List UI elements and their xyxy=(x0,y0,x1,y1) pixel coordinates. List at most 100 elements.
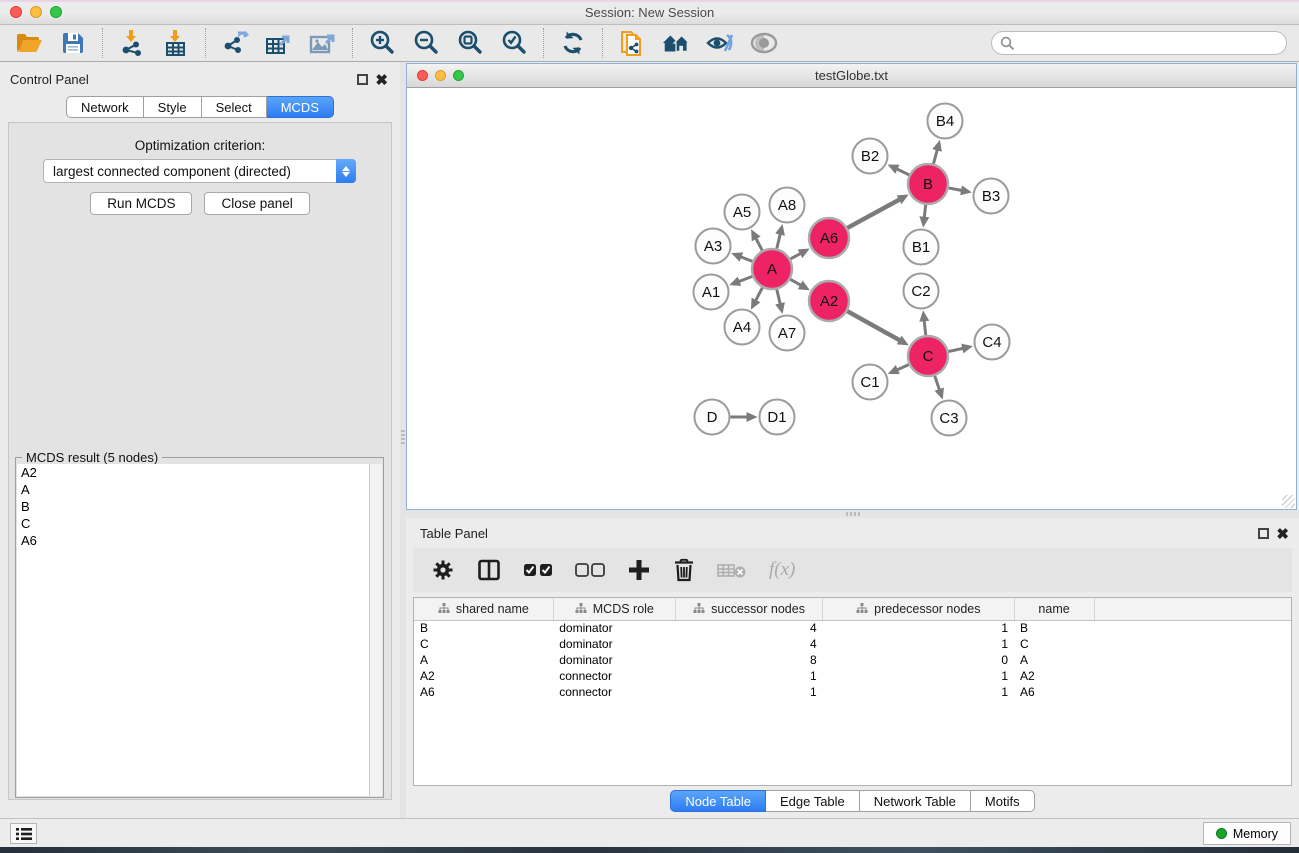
gear-icon[interactable] xyxy=(431,555,455,585)
tab-network-table[interactable]: Network Table xyxy=(860,790,971,812)
run-mcds-button[interactable]: Run MCDS xyxy=(90,192,192,215)
copy-network-document-icon[interactable] xyxy=(617,28,647,58)
optimization-criterion-select[interactable]: largest connected component (directed) xyxy=(43,159,356,183)
table-cell: 8 xyxy=(675,652,822,668)
app-titlebar: Session: New Session xyxy=(0,0,1299,25)
result-list-item[interactable]: B xyxy=(17,498,369,515)
table-row[interactable]: A6connector11A6 xyxy=(414,684,1292,700)
network-window-titlebar[interactable]: testGlobe.txt xyxy=(407,64,1296,88)
result-list-item[interactable]: A6 xyxy=(17,532,369,549)
edge-C-C2[interactable] xyxy=(924,320,926,335)
column-header-shared-name[interactable]: shared name xyxy=(414,598,553,620)
memory-button[interactable]: Memory xyxy=(1203,822,1291,845)
table-row[interactable]: Cdominator41C xyxy=(414,636,1292,652)
tab-mcds[interactable]: MCDS xyxy=(267,96,334,118)
open-folder-icon[interactable] xyxy=(14,28,44,58)
table-row[interactable]: Adominator80A xyxy=(414,652,1292,668)
table-cell: 1 xyxy=(823,636,1014,652)
result-list-item[interactable]: C xyxy=(17,515,369,532)
table-row[interactable]: Bdominator41B xyxy=(414,620,1292,636)
edge-A-A5[interactable] xyxy=(756,238,762,250)
close-panel-icon[interactable]: ✖ xyxy=(375,71,388,89)
edge-C-C4[interactable] xyxy=(949,348,964,351)
export-table-icon[interactable] xyxy=(264,28,294,58)
column-view-icon[interactable] xyxy=(477,555,501,585)
resize-grip-icon[interactable] xyxy=(1282,495,1295,508)
zoom-fit-icon[interactable] xyxy=(455,28,485,58)
table-row[interactable]: A2connector11A2 xyxy=(414,668,1292,684)
select-all-checkboxes-icon[interactable] xyxy=(523,555,553,585)
zoom-out-icon[interactable] xyxy=(411,28,441,58)
horizontal-split-divider[interactable] xyxy=(406,510,1299,518)
table-cell xyxy=(1094,652,1292,668)
hide-graphics-details-icon[interactable] xyxy=(705,28,735,58)
zoom-selected-icon[interactable] xyxy=(499,28,529,58)
edge-A-A6[interactable] xyxy=(790,253,800,259)
add-column-icon[interactable] xyxy=(627,555,651,585)
show-panel-list-button[interactable] xyxy=(10,823,37,844)
column-header-MCDS-role[interactable]: MCDS role xyxy=(553,598,675,620)
tab-select[interactable]: Select xyxy=(202,96,267,118)
mcds-result-group: MCDS result (5 nodes) A2ABCA6 xyxy=(15,457,384,798)
float-panel-icon[interactable] xyxy=(357,74,368,85)
column-header-filler xyxy=(1094,598,1292,620)
search-input[interactable] xyxy=(991,31,1287,55)
edge-C-C1[interactable] xyxy=(897,365,909,370)
tab-network[interactable]: Network xyxy=(66,96,144,118)
deselect-all-checkboxes-icon[interactable] xyxy=(575,555,605,585)
edge-A2-C[interactable] xyxy=(847,311,900,340)
network-window-title: testGlobe.txt xyxy=(407,68,1296,83)
tab-node-table[interactable]: Node Table xyxy=(670,790,766,812)
result-list-item[interactable]: A xyxy=(17,481,369,498)
edge-A-A4[interactable] xyxy=(756,288,763,301)
main-toolbar xyxy=(0,25,1299,62)
node-table: shared nameMCDS rolesuccessor nodesprede… xyxy=(413,597,1292,786)
close-panel-button[interactable]: Close panel xyxy=(204,192,309,215)
result-list-scrollbar[interactable] xyxy=(370,464,382,796)
tab-motifs[interactable]: Motifs xyxy=(971,790,1035,812)
graph-node-label: A6 xyxy=(820,230,838,247)
search-icon xyxy=(1000,36,1015,51)
edge-A-A1[interactable] xyxy=(739,276,753,281)
export-network-icon[interactable] xyxy=(220,28,250,58)
edge-A-A7[interactable] xyxy=(777,289,780,304)
import-network-icon[interactable] xyxy=(117,28,147,58)
function-builder-icon[interactable]: f(x) xyxy=(769,555,795,585)
control-panel-title: Control Panel xyxy=(10,72,89,87)
edge-A-A3[interactable] xyxy=(740,257,752,262)
column-header-successor-nodes[interactable]: successor nodes xyxy=(675,598,822,620)
graph-node-label: C xyxy=(923,348,934,365)
export-image-icon[interactable] xyxy=(308,28,338,58)
column-header-name[interactable]: name xyxy=(1014,598,1094,620)
network-view-window: testGlobe.txt B4B2BB3A5A8A3A6AB1A1A2C2A4… xyxy=(406,63,1297,510)
tab-style[interactable]: Style xyxy=(144,96,202,118)
eye-icon[interactable] xyxy=(749,28,779,58)
edge-B-B3[interactable] xyxy=(949,188,962,191)
delete-table-icon[interactable] xyxy=(717,555,747,585)
edge-C-C3[interactable] xyxy=(935,376,940,390)
edge-A-A8[interactable] xyxy=(777,234,780,249)
network-canvas[interactable]: B4B2BB3A5A8A3A6AB1A1A2C2A4A7C4CC1C3DD1 xyxy=(407,88,1296,509)
delete-column-trash-icon[interactable] xyxy=(673,555,695,585)
tab-edge-table[interactable]: Edge Table xyxy=(766,790,860,812)
home-icon[interactable] xyxy=(661,28,691,58)
graph-node-label: A1 xyxy=(702,284,720,301)
edge-A6-B[interactable] xyxy=(847,199,899,228)
edge-B-B1[interactable] xyxy=(924,205,925,218)
graph-node-label: B2 xyxy=(861,148,879,165)
zoom-in-icon[interactable] xyxy=(367,28,397,58)
table-cell: 4 xyxy=(675,620,822,636)
edge-B-B4[interactable] xyxy=(933,149,937,163)
edge-A-A2[interactable] xyxy=(790,279,801,285)
save-icon[interactable] xyxy=(58,28,88,58)
tree-hierarchy-icon xyxy=(693,603,705,614)
float-panel-icon[interactable] xyxy=(1258,528,1269,539)
control-panel-header: Control Panel ✖ xyxy=(0,68,400,90)
refresh-icon[interactable] xyxy=(558,28,588,58)
fx-label: f(x) xyxy=(769,559,795,581)
import-table-icon[interactable] xyxy=(161,28,191,58)
column-header-predecessor-nodes[interactable]: predecessor nodes xyxy=(823,598,1014,620)
edge-B-B2[interactable] xyxy=(897,169,910,175)
close-panel-icon[interactable]: ✖ xyxy=(1276,525,1289,543)
result-list-item[interactable]: A2 xyxy=(17,464,369,481)
